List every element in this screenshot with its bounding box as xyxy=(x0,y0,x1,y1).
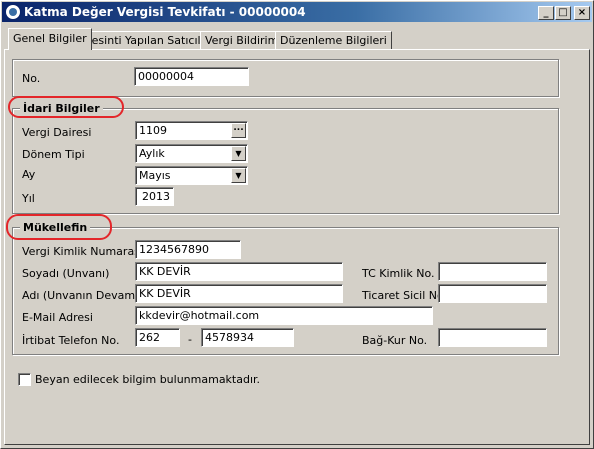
email-label: E-Mail Adresi xyxy=(22,311,93,324)
chevron-down-icon[interactable]: ▼ xyxy=(231,146,246,161)
idari-bilgiler-group xyxy=(12,108,559,214)
vkn-field[interactable]: 1234567890 xyxy=(135,240,241,259)
no-label: No. xyxy=(22,72,41,85)
vergi-dairesi-field[interactable]: 1109 ... xyxy=(135,121,248,140)
chevron-down-icon[interactable]: ▼ xyxy=(231,168,246,183)
tab-duzenleme-bilgileri[interactable]: Düzenleme Bilgileri xyxy=(275,31,392,49)
app-icon xyxy=(5,4,21,20)
ay-dropdown[interactable]: Mayıs ▼ xyxy=(135,166,248,185)
tel-label: İrtibat Telefon No. xyxy=(22,334,120,347)
vergi-dairesi-label: Vergi Dairesi xyxy=(22,126,92,139)
donem-tipi-label: Dönem Tipi xyxy=(22,148,85,161)
vergi-dairesi-value: 1109 xyxy=(139,124,167,137)
soyadi-label: Soyadı (Unvanı) xyxy=(22,267,110,280)
close-button[interactable]: × xyxy=(574,6,590,20)
declaration-label[interactable]: Beyan edilecek bilgim bulunmamaktadır. xyxy=(35,373,260,386)
bagkur-field[interactable] xyxy=(438,328,547,347)
tckn-field[interactable] xyxy=(438,262,547,281)
minimize-button[interactable]: _ xyxy=(538,6,554,20)
ay-label: Ay xyxy=(22,168,36,181)
declaration-checkbox[interactable] xyxy=(18,373,31,386)
highlight-circle xyxy=(6,214,112,240)
tckn-label: TC Kimlik No. xyxy=(362,267,435,280)
document-group xyxy=(12,59,559,97)
adi-field[interactable]: KK DEVİR xyxy=(135,284,343,303)
highlight-circle xyxy=(8,96,124,118)
vkn-label: Vergi Kimlik Numarası xyxy=(22,245,143,258)
donem-tipi-dropdown[interactable]: Aylık ▼ xyxy=(135,144,248,163)
tab-vergi-bildirimi[interactable]: Vergi Bildirimi xyxy=(200,31,287,49)
tel-area-field[interactable]: 262 xyxy=(135,328,180,347)
bagkur-label: Bağ-Kur No. xyxy=(362,334,428,347)
vergi-dairesi-browse-button[interactable]: ... xyxy=(231,123,246,138)
no-field[interactable]: 00000004 xyxy=(134,67,249,86)
tel-number-field[interactable]: 4578934 xyxy=(201,328,294,347)
ay-value: Mayıs xyxy=(139,169,171,182)
title-bar[interactable]: Katma Değer Vergisi Tevkifatı - 00000004… xyxy=(2,2,592,22)
ticaret-sicil-field[interactable] xyxy=(438,284,547,303)
tel-separator: - xyxy=(188,333,192,346)
maximize-button[interactable]: □ xyxy=(555,6,571,20)
ticaret-sicil-label: Ticaret Sicil No. xyxy=(362,289,448,302)
yil-field[interactable]: 2013 xyxy=(135,187,174,206)
email-field[interactable]: kkdevir@hotmail.com xyxy=(135,306,433,325)
tab-kesinti-yapilan-saticilar[interactable]: Kesinti Yapılan Satıcılar xyxy=(80,31,217,49)
window-title: Katma Değer Vergisi Tevkifatı - 00000004 xyxy=(24,5,306,19)
soyadi-field[interactable]: KK DEVİR xyxy=(135,262,343,281)
tab-genel-bilgiler[interactable]: Genel Bilgiler xyxy=(8,28,92,50)
donem-tipi-value: Aylık xyxy=(139,147,165,160)
yil-label: Yıl xyxy=(22,192,35,205)
adi-label: Adı (Unvanın Devamı) xyxy=(22,289,143,302)
